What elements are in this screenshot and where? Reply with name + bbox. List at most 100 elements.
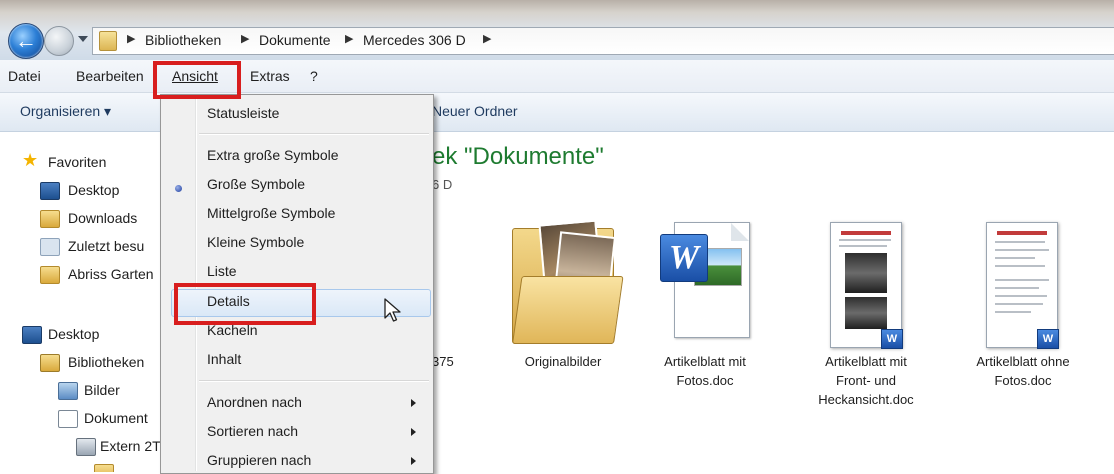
breadcrumb-current-folder[interactable]: Mercedes 306 D	[363, 32, 466, 48]
file-name-line: Fotos.doc	[676, 373, 734, 388]
back-button[interactable]: ←	[8, 23, 44, 59]
breadcrumb-documents[interactable]: Dokumente	[259, 32, 331, 48]
menu-item-statusleiste[interactable]: Statusleiste	[207, 105, 279, 121]
menu-item-large-icons[interactable]: Große Symbole	[207, 176, 305, 192]
doc-photo	[845, 253, 887, 293]
menu-bearbeiten[interactable]: Bearbeiten	[76, 68, 144, 84]
menu-extras[interactable]: Extras	[250, 68, 290, 84]
nav-desktop-favorite[interactable]: Desktop	[68, 182, 119, 198]
file-label[interactable]: Artikelblatt ohne Fotos.doc	[962, 352, 1084, 390]
word-icon: W	[1037, 329, 1059, 349]
file-name-line: Fotos.doc	[994, 373, 1052, 388]
menu-item-sort-by[interactable]: Sortieren nach	[207, 423, 298, 439]
drive-icon	[76, 438, 96, 456]
doc-text-line	[995, 257, 1035, 259]
desktop-icon	[40, 182, 60, 200]
doc-text-line	[995, 287, 1039, 289]
nav-extern-drive[interactable]: Extern 2T	[100, 438, 161, 454]
breadcrumb-chevron-icon[interactable]: ▶	[483, 32, 491, 45]
breadcrumb-libraries[interactable]: Bibliotheken	[145, 32, 221, 48]
downloads-folder-icon	[40, 210, 60, 228]
breadcrumb-chevron-icon[interactable]: ▶	[127, 32, 135, 45]
nav-libraries[interactable]: Bibliotheken	[68, 354, 144, 370]
folder-thumbnail[interactable]	[512, 216, 624, 344]
menu-help[interactable]: ?	[310, 68, 318, 84]
file-name-line: Artikelblatt mit	[825, 354, 907, 369]
forward-button[interactable]	[44, 26, 74, 56]
word-icon: W	[660, 234, 708, 282]
doc-text-line	[995, 303, 1043, 305]
folder-icon	[94, 464, 114, 472]
window-title-area: ← ▶ Bibliotheken ▶ Dokumente ▶ Mercedes …	[0, 0, 1114, 60]
new-folder-button[interactable]: Neuer Ordner	[432, 103, 518, 119]
doc-text-line	[995, 249, 1049, 251]
menu-item-content[interactable]: Inhalt	[207, 351, 241, 367]
address-bar[interactable]: ▶ Bibliotheken ▶ Dokumente ▶ Mercedes 30…	[92, 27, 1114, 55]
doc-text-line	[995, 295, 1047, 297]
submenu-arrow-icon	[411, 428, 416, 436]
menu-item-list[interactable]: Liste	[207, 263, 237, 279]
menu-item-arrange-by[interactable]: Anordnen nach	[207, 394, 302, 410]
libraries-icon	[40, 354, 60, 372]
star-icon: ★	[22, 150, 39, 170]
doc-photo	[845, 297, 887, 329]
breadcrumb-chevron-icon[interactable]: ▶	[241, 32, 249, 45]
nav-favorites[interactable]: Favoriten	[48, 154, 106, 170]
file-label[interactable]: Artikelblatt mit Fotos.doc	[650, 352, 760, 390]
back-arrow-icon: ←	[15, 28, 37, 53]
partial-file-label[interactable]: 375	[432, 352, 454, 371]
doc-text-line	[839, 239, 891, 241]
file-name-line: Front- und	[836, 373, 896, 388]
highlight-outline-ansicht	[153, 61, 241, 99]
doc-text-line	[995, 279, 1049, 281]
nav-pictures[interactable]: Bilder	[84, 382, 120, 398]
document-thumbnail[interactable]: W	[986, 222, 1059, 349]
folder-icon	[40, 266, 60, 284]
doc-header-line	[841, 231, 891, 235]
nav-abriss-garten[interactable]: Abriss Garten	[68, 266, 154, 282]
file-name-line: Artikelblatt mit	[664, 354, 746, 369]
doc-text-line	[995, 311, 1031, 313]
file-name-line: Artikelblatt ohne	[976, 354, 1070, 369]
desktop-icon	[22, 326, 42, 344]
highlight-outline-details	[174, 283, 316, 325]
menu-separator	[199, 380, 429, 382]
pictures-library-icon	[58, 382, 78, 400]
menu-datei[interactable]: Datei	[8, 68, 41, 84]
recent-places-icon	[40, 238, 60, 256]
document-thumbnail[interactable]: W	[830, 222, 903, 349]
menu-item-extra-large-icons[interactable]: Extra große Symbole	[207, 147, 339, 163]
menu-item-small-icons[interactable]: Kleine Symbole	[207, 234, 304, 250]
file-label[interactable]: Originalbilder	[510, 352, 616, 371]
nav-recent-places[interactable]: Zuletzt besu	[68, 238, 144, 254]
doc-header-line	[997, 231, 1047, 235]
word-document-thumbnail[interactable]: W	[660, 222, 750, 340]
library-title: ek "Dokumente"	[432, 143, 604, 170]
submenu-arrow-icon	[411, 457, 416, 465]
file-name-line: Heckansicht.doc	[818, 392, 914, 407]
nav-downloads[interactable]: Downloads	[68, 210, 137, 226]
radio-selected-icon	[175, 185, 182, 192]
menu-item-medium-icons[interactable]: Mittelgroße Symbole	[207, 205, 335, 221]
file-label[interactable]: Artikelblatt mit Front- und Heckansicht.…	[805, 352, 927, 409]
navigation-pane: ★ Favoriten Desktop Downloads Zuletzt be…	[0, 132, 175, 472]
word-icon: W	[881, 329, 903, 349]
library-subtitle: 6 D	[432, 177, 453, 192]
nav-desktop[interactable]: Desktop	[48, 326, 99, 342]
documents-library-icon	[58, 410, 78, 428]
file-name-line: Originalbilder	[524, 354, 602, 369]
breadcrumb-chevron-icon[interactable]: ▶	[345, 32, 353, 45]
page-fold	[731, 223, 749, 241]
folder-icon	[99, 31, 117, 51]
doc-text-line	[995, 241, 1045, 243]
menu-separator	[199, 133, 429, 135]
nav-documents[interactable]: Dokument	[84, 410, 148, 426]
menu-item-group-by[interactable]: Gruppieren nach	[207, 452, 311, 468]
doc-text-line	[839, 245, 887, 247]
mouse-cursor-icon	[384, 298, 401, 322]
doc-text-line	[995, 265, 1045, 267]
recent-pages-dropdown-icon[interactable]	[78, 36, 88, 42]
submenu-arrow-icon	[411, 399, 416, 407]
organize-button[interactable]: Organisieren ▾	[20, 103, 111, 120]
folder-front-flap	[512, 276, 624, 344]
